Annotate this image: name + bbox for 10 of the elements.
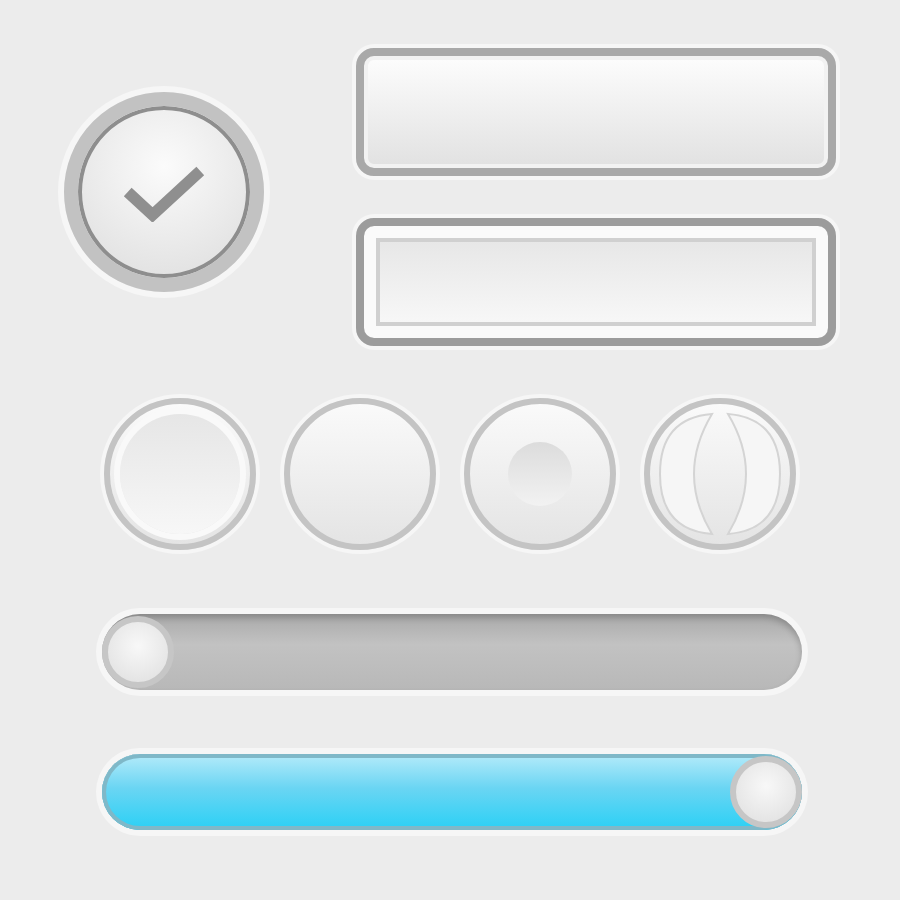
slider-thumb[interactable] xyxy=(730,756,802,828)
slider-thumb[interactable] xyxy=(102,616,174,688)
round-button[interactable] xyxy=(464,398,616,550)
checkmark-icon xyxy=(122,162,206,222)
check-button[interactable] xyxy=(64,92,264,292)
button[interactable] xyxy=(356,218,836,346)
round-button[interactable] xyxy=(284,398,436,550)
button[interactable] xyxy=(356,48,836,176)
round-button[interactable] xyxy=(104,398,256,550)
round-button[interactable] xyxy=(644,398,796,550)
